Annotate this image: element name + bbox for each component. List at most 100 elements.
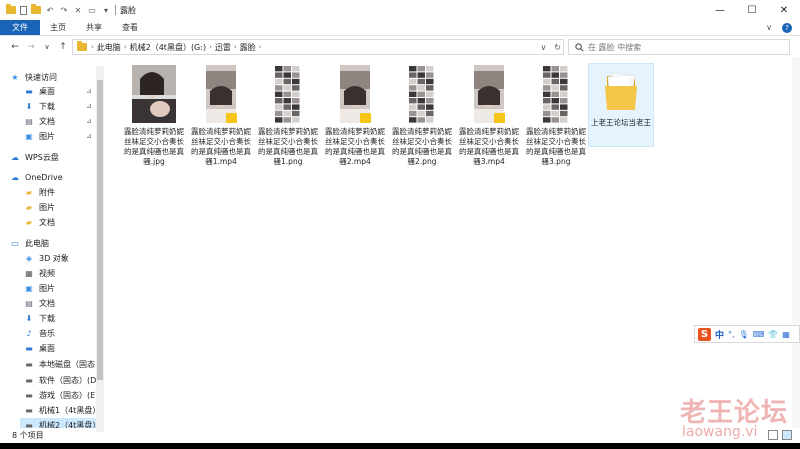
desktop-icon: ▬ (25, 86, 33, 96)
sogou-logo[interactable]: S (698, 327, 711, 341)
sidebar-item[interactable]: ▤ 文档 ⊿ (20, 114, 96, 128)
refresh-icon[interactable]: ↻ (554, 43, 561, 52)
file-item[interactable]: 露脸清纯萝莉奶妮丝袜足交小合奏长的是真纯骚也是真骚2.png (390, 65, 454, 167)
window-title: 露脸 (120, 5, 136, 15)
scrollbar-thumb[interactable] (97, 80, 103, 380)
chevron-right-icon: › (91, 43, 94, 51)
tab-view[interactable]: 查看 (112, 20, 148, 35)
sidebar-item[interactable]: ▣ 图片 ⊿ (20, 129, 96, 143)
breadcrumb-xunlei[interactable]: 迅雷 (215, 42, 231, 53)
sidebar-item-label: WPS云盘 (25, 152, 59, 162)
chevron-right-icon[interactable]: › (209, 43, 212, 51)
back-button[interactable]: ← (8, 40, 22, 54)
tab-home[interactable]: 主页 (40, 20, 76, 35)
file-name: 露脸清纯萝莉奶妮丝袜足交小合奏长的是真纯骚也是真骚1.mp4 (191, 127, 251, 166)
file-item[interactable]: 露脸清纯萝莉奶妮丝袜足交小合奏长的是真纯骚也是真骚2.mp4 (323, 65, 387, 167)
sidebar-item[interactable]: ▭ 此电脑 (6, 236, 96, 250)
details-view-icon[interactable] (768, 430, 778, 440)
file-thumbnail (197, 65, 245, 123)
drive-icon: ▬ (25, 420, 33, 429)
content-scrollbar[interactable] (792, 57, 800, 428)
sidebar-item[interactable]: ◈ 3D 对象 (20, 251, 96, 265)
close-button[interactable]: ✕ (768, 0, 800, 20)
chevron-right-icon[interactable]: › (124, 43, 127, 51)
sidebar-item[interactable]: ▤ 文档 (20, 296, 96, 310)
sidebar-item[interactable]: ▣ 图片 (20, 281, 96, 295)
folder-item[interactable]: 上老王论坛当老王 (588, 63, 654, 147)
sidebar-item[interactable]: ▬ 软件（固态）(D (20, 373, 96, 387)
maximize-button[interactable]: ☐ (736, 0, 768, 20)
sidebar-item-label: 下载 (39, 101, 55, 111)
more-icon[interactable]: ▦ (782, 330, 790, 339)
file-thumbnail (532, 65, 580, 123)
sidebar-item-label: 机械2（4t黑盘） (39, 420, 101, 429)
minimize-button[interactable]: — (704, 0, 736, 20)
ime-punctuation-toggle[interactable]: °, (728, 330, 735, 339)
video-icon: ▦ (25, 268, 33, 278)
file-name: 露脸清纯萝莉奶妮丝袜足交小合奏长的是真纯骚也是真骚2.png (392, 127, 452, 166)
file-item[interactable]: 露脸清纯萝莉奶妮丝袜足交小合奏长的是真纯骚也是真骚1.png (256, 65, 320, 167)
sidebar-item[interactable]: ▬ 桌面 (20, 341, 96, 355)
pc-icon: ▭ (11, 238, 19, 248)
download-icon: ⬇ (25, 313, 33, 323)
sidebar-item[interactable]: ⬇ 下载 (20, 311, 96, 325)
navigation-pane: ★ 快速访问 ▬ 桌面 ⊿ ⬇ 下载 ⊿ ▤ 文档 ⊿ ▣ 图片 ⊿ ☁ WPS云盘 ☁ OneDrive ▰ 附件 ▰… (0, 62, 104, 428)
help-icon[interactable]: ? (782, 22, 792, 33)
redo-icon[interactable]: ↷ (59, 5, 69, 15)
file-name: 露脸清纯萝莉奶妮丝袜足交小合奏长的是真纯骚也是真骚1.png (258, 127, 318, 166)
file-item[interactable]: 露脸清纯萝莉奶妮丝袜足交小合奏长的是真纯骚也是真骚3.mp4 (457, 65, 521, 167)
search-box[interactable] (568, 39, 790, 55)
sidebar-item[interactable]: ▬ 本地磁盘（固态 (20, 357, 96, 371)
breadcrumb-drive[interactable]: 机械2（4t黑盘）(G:) (130, 42, 206, 53)
sidebar-item[interactable]: ▰ 附件 (20, 185, 96, 199)
skin-icon[interactable]: 👕 (768, 330, 778, 339)
view-toggle (768, 430, 792, 440)
microphone-icon[interactable]: 🎙 (739, 330, 749, 339)
customize-toolbar-icon[interactable]: ▾ (101, 5, 111, 15)
file-list: 上老王论坛当老王 露脸清纯萝莉奶妮丝袜足交小合奏长的是真纯骚也是真骚.jpg 露脸… (104, 57, 800, 428)
sidebar-item[interactable]: ★ 快速访问 (6, 70, 96, 84)
forward-button[interactable]: → (24, 40, 38, 54)
navigation-pane-scrollbar[interactable] (96, 66, 104, 432)
sidebar-item[interactable]: ☁ WPS云盘 (6, 150, 96, 164)
sidebar-item[interactable]: ⬇ 下载 ⊿ (20, 99, 96, 113)
breadcrumb-current[interactable]: 露脸 (240, 42, 256, 53)
expand-ribbon-icon[interactable]: ∨ (766, 23, 772, 32)
ribbon-tabs: 文件 主页 共享 查看 ∨ ? (0, 20, 800, 36)
file-thumbnail (130, 65, 178, 123)
delete-icon[interactable]: ✕ (73, 5, 83, 15)
folder-icon (77, 41, 87, 51)
sidebar-item[interactable]: ☁ OneDrive (6, 170, 96, 184)
sidebar-item[interactable]: ▬ 机械1（4t黑盘） (20, 403, 100, 417)
recent-locations-button[interactable]: ∨ (40, 40, 54, 54)
sidebar-item[interactable]: ▬ 机械2（4t黑盘） (20, 418, 100, 429)
watermark-url: laowang.vi (682, 424, 758, 440)
undo-icon[interactable]: ↶ (45, 5, 55, 15)
tab-file[interactable]: 文件 (0, 20, 40, 35)
rename-icon[interactable]: ▭ (87, 5, 97, 15)
properties-icon[interactable] (20, 5, 27, 15)
address-bar[interactable]: › 此电脑 › 机械2（4t黑盘）(G:) › 迅雷 › 露脸 › ∨ ↻ (72, 39, 564, 55)
sidebar-item[interactable]: ▬ 桌面 ⊿ (20, 84, 96, 98)
new-folder-icon[interactable] (31, 4, 41, 14)
up-button[interactable]: ↑ (56, 40, 70, 54)
file-item[interactable]: 露脸清纯萝莉奶妮丝袜足交小合奏长的是真纯骚也是真骚1.mp4 (189, 65, 253, 167)
file-item[interactable]: 露脸清纯萝莉奶妮丝袜足交小合奏长的是真纯骚也是真骚.jpg (122, 65, 186, 167)
chevron-down-icon[interactable]: ∨ (540, 43, 546, 52)
sidebar-item[interactable]: ▦ 视频 (20, 266, 96, 280)
tab-share[interactable]: 共享 (76, 20, 112, 35)
keyboard-icon[interactable]: ⌨ (753, 330, 765, 339)
chevron-right-icon[interactable]: › (234, 43, 237, 51)
file-item[interactable]: 露脸清纯萝莉奶妮丝袜足交小合奏长的是真纯骚也是真骚3.png (524, 65, 588, 167)
ime-language-toggle[interactable]: 中 (715, 328, 724, 341)
breadcrumb-this-pc[interactable]: 此电脑 (97, 42, 121, 53)
search-input[interactable] (588, 42, 768, 52)
chevron-right-icon[interactable]: › (259, 43, 262, 51)
document-icon: ▤ (25, 116, 33, 126)
sidebar-item[interactable]: ♪ 音乐 (20, 326, 96, 340)
sidebar-item-label: 本地磁盘（固态 (39, 359, 95, 369)
sidebar-item[interactable]: ▰ 文档 (20, 215, 96, 229)
large-icons-view-icon[interactable] (782, 430, 792, 440)
sidebar-item[interactable]: ▰ 图片 (20, 200, 96, 214)
sidebar-item[interactable]: ▬ 游戏（固态）(E (20, 388, 96, 402)
